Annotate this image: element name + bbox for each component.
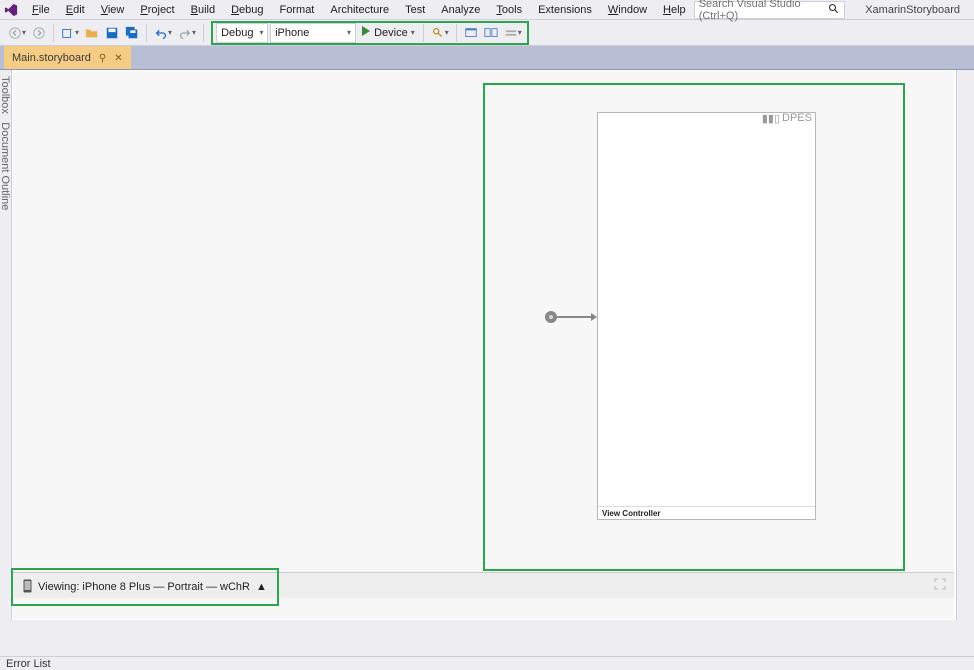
platform-dropdown[interactable]: iPhone ▾	[270, 23, 356, 43]
pin-icon[interactable]: ⚲	[99, 53, 106, 64]
chevron-down-icon: ▾	[259, 28, 263, 37]
editor-area: Toolbox Document Outline ▮▮▯ DPES View C…	[0, 70, 974, 620]
menu-format[interactable]: Format	[272, 2, 323, 18]
save-button[interactable]	[103, 23, 121, 43]
menu-test[interactable]: Test	[397, 2, 433, 18]
layout-button-3[interactable]: ▾	[502, 23, 524, 43]
menu-debug[interactable]: Debug	[223, 2, 271, 18]
new-project-button[interactable]: ▾	[59, 23, 81, 43]
save-all-button[interactable]	[123, 23, 141, 43]
menu-project[interactable]: Project	[132, 2, 182, 18]
view-controller-scene[interactable]: ▮▮▯ DPES View Controller	[597, 112, 816, 520]
menu-bar: File Edit View Project Build Debug Forma…	[0, 0, 974, 20]
separator	[53, 24, 54, 42]
document-tab[interactable]: Main.storyboard ⚲ ✕	[4, 46, 131, 69]
layout-button-1[interactable]	[462, 23, 480, 43]
separator	[146, 24, 147, 42]
chevron-down-icon: ▾	[411, 28, 415, 37]
document-outline-tab[interactable]: Document Outline	[0, 122, 11, 210]
search-icon	[828, 3, 840, 18]
toolbar: ▾ ▾ ▾ ▾ Debug ▾ iPhone ▾	[0, 20, 974, 46]
menu-window[interactable]: Window	[600, 2, 655, 18]
separator	[203, 24, 204, 42]
fullscreen-icon[interactable]	[934, 578, 946, 593]
menu-architecture[interactable]: Architecture	[322, 2, 397, 18]
undo-button[interactable]: ▾	[152, 23, 174, 43]
chevron-up-icon: ▲	[256, 581, 267, 593]
view-controller-label: View Controller	[602, 509, 661, 518]
separator	[456, 24, 457, 42]
menu-extensions[interactable]: Extensions	[530, 2, 600, 18]
menu-help[interactable]: Help	[655, 2, 694, 18]
toolbox-tab[interactable]: Toolbox	[0, 76, 11, 114]
platform-label: iPhone	[275, 27, 309, 39]
search-placeholder: Search Visual Studio (Ctrl+Q)	[699, 0, 841, 22]
error-list-panel-tab[interactable]: Error List	[0, 656, 974, 670]
document-tab-strip: Main.storyboard ⚲ ✕	[0, 46, 974, 70]
configuration-dropdown[interactable]: Debug ▾	[216, 23, 268, 43]
layout-button-2[interactable]	[482, 23, 500, 43]
menu-analyze[interactable]: Analyze	[433, 2, 488, 18]
viewing-label: Viewing: iPhone 8 Plus — Portrait — wChR	[38, 581, 250, 593]
user-account[interactable]: XamarinStoryboard	[855, 2, 970, 18]
device-type-icon	[23, 579, 32, 596]
menu-file[interactable]: File	[24, 2, 58, 18]
vs-logo-icon	[4, 3, 18, 17]
viewing-selector[interactable]: Viewing: iPhone 8 Plus — Portrait — wChR…	[23, 579, 267, 596]
entry-point-arrow[interactable]	[545, 311, 597, 323]
menu-build[interactable]: Build	[183, 2, 223, 18]
storyboard-canvas[interactable]: ▮▮▯ DPES View Controller	[13, 71, 954, 619]
nav-forward-button[interactable]	[30, 23, 48, 43]
vertical-scrollbar[interactable]	[956, 70, 974, 620]
status-bar-preview: ▮▮▯ DPES	[598, 113, 815, 123]
tab-filename: Main.storyboard	[12, 52, 91, 64]
error-list-label: Error List	[6, 658, 51, 670]
side-panel-tabs[interactable]: Toolbox Document Outline	[0, 70, 12, 620]
menu-edit[interactable]: Edit	[58, 2, 93, 18]
nav-back-button[interactable]: ▾	[6, 23, 28, 43]
configuration-label: Debug	[221, 27, 253, 39]
search-input[interactable]: Search Visual Studio (Ctrl+Q)	[694, 1, 846, 19]
menu-tools[interactable]: Tools	[488, 2, 530, 18]
separator	[423, 24, 424, 42]
chevron-down-icon: ▾	[347, 28, 351, 37]
run-device-button[interactable]: Device ▾	[358, 26, 418, 39]
open-button[interactable]	[83, 23, 101, 43]
close-icon[interactable]: ✕	[114, 53, 122, 64]
build-run-toolbar-highlight: Debug ▾ iPhone ▾ Device ▾ ▾ ▾	[211, 21, 529, 45]
play-icon	[361, 26, 371, 39]
redo-button[interactable]: ▾	[176, 23, 198, 43]
menu-view[interactable]: View	[93, 2, 133, 18]
entry-point-icon	[545, 311, 557, 323]
view-controller-content[interactable]	[598, 123, 815, 507]
device-label: Device	[374, 27, 408, 39]
find-in-files-button[interactable]: ▾	[429, 23, 451, 43]
viewing-info-highlight: Viewing: iPhone 8 Plus — Portrait — wChR…	[11, 568, 279, 606]
